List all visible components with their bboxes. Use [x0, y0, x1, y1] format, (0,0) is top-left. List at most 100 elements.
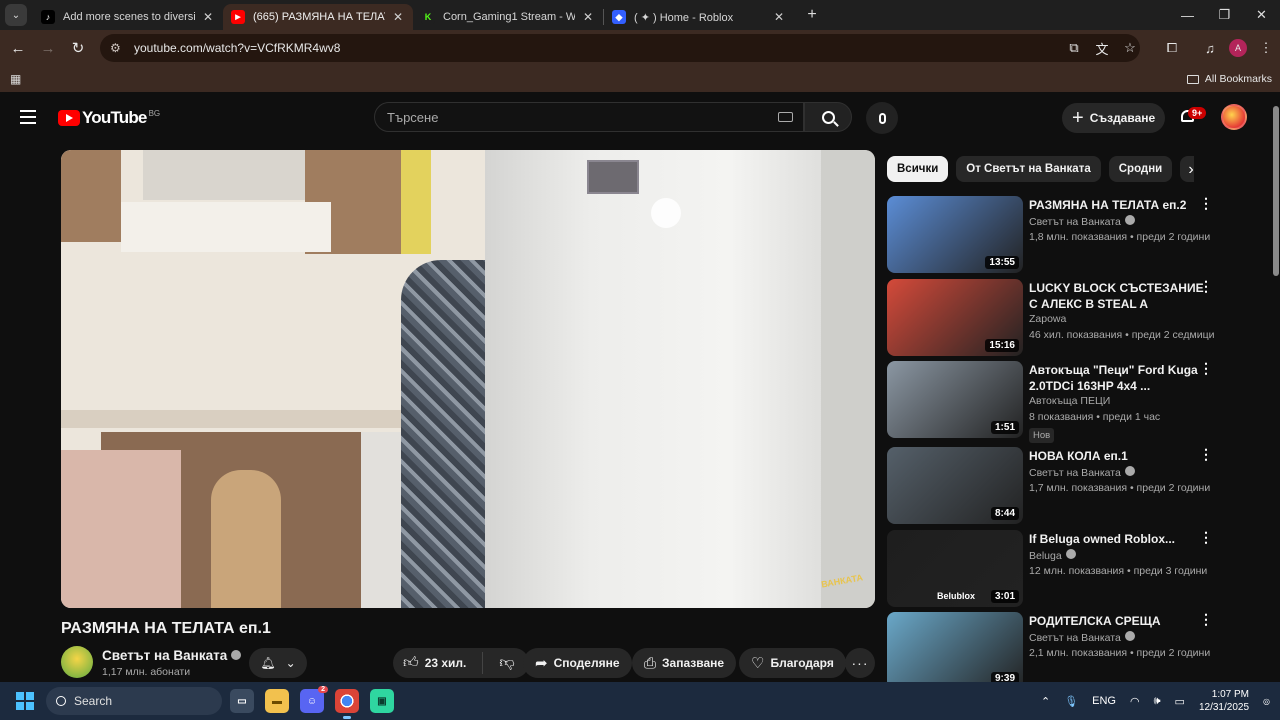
recommendation-title[interactable]: If Beluga owned Roblox... — [1029, 531, 1205, 547]
close-tab-icon[interactable]: ✕ — [201, 10, 215, 24]
recommendation-item[interactable]: 15:16 LUCKY BLOCK СЪСТЕЗАНИЕ С АЛЕКС В ST… — [887, 279, 1217, 357]
chevron-up-icon[interactable]: ⌃ — [1041, 695, 1050, 708]
menu-kebab-icon[interactable]: ⋮ — [1252, 40, 1280, 56]
video-thumbnail[interactable]: 15:16 — [887, 279, 1023, 356]
extensions-puzzle-icon[interactable]: ⧠ — [1158, 40, 1186, 56]
youtube-logo[interactable]: YouTube BG — [58, 108, 160, 128]
recommendation-item[interactable]: 1:51 Автокъща "Пеци" Ford Kuga 2.0TDCi 16… — [887, 361, 1217, 443]
forward-arrow-icon[interactable]: → — [34, 34, 62, 62]
search-button[interactable] — [804, 102, 852, 132]
tab-search-icon[interactable]: ⌄ — [5, 4, 27, 26]
thanks-button[interactable]: ♡ Благодаря — [739, 648, 846, 678]
roblox-studio-icon[interactable]: ▣ — [370, 689, 394, 713]
all-bookmarks[interactable]: All Bookmarks — [1186, 73, 1272, 85]
create-button[interactable]: + Създаване — [1062, 103, 1165, 133]
recommendation-item[interactable]: 13:55 РАЗМЯНА НА ТЕЛАТА еп.2 Светът на Ван… — [887, 196, 1217, 274]
video-thumbnail[interactable]: 1:51 — [887, 361, 1023, 438]
recommendation-title[interactable]: НОВА КОЛА еп.1 — [1029, 448, 1205, 464]
more-actions-button[interactable]: ··· — [845, 648, 875, 678]
recommendation-channel[interactable]: Светът на Ванката — [1029, 631, 1135, 644]
notification-center-icon[interactable]: ◎ — [1263, 697, 1270, 706]
wifi-icon[interactable]: ◠ — [1130, 695, 1140, 708]
share-button[interactable]: ➦ Споделяне — [523, 648, 632, 678]
tab-title: (665) РАЗМЯНА НА ТЕЛАТА еп — [253, 11, 385, 23]
recommendation-channel[interactable]: Zapowa — [1029, 313, 1066, 325]
chip-all[interactable]: Всички — [887, 156, 949, 182]
recommendation-title[interactable]: Автокъща "Пеци" Ford Kuga 2.0TDCi 163HP … — [1029, 362, 1205, 394]
bookmark-star-icon[interactable]: ☆ — [1116, 40, 1144, 56]
recommendation-title[interactable]: РАЗМЯНА НА ТЕЛАТА еп.2 — [1029, 197, 1205, 213]
more-vert-icon[interactable]: ⋮ — [1199, 447, 1213, 461]
site-info-icon[interactable]: ⚙ — [110, 41, 124, 55]
video-thumbnail[interactable]: Belublox 3:01 — [887, 530, 1023, 607]
more-vert-icon[interactable]: ⋮ — [1199, 361, 1213, 375]
keyboard-icon[interactable] — [778, 112, 793, 122]
recommendation-channel[interactable]: Светът на Ванката — [1029, 466, 1135, 479]
volume-icon[interactable]: 🕪︎ — [1154, 695, 1161, 708]
chevron-right-icon[interactable]: › — [1181, 160, 1201, 180]
recommendation-item[interactable]: Belublox 3:01 If Beluga owned Roblox... Bel… — [887, 530, 1217, 608]
restore-icon[interactable]: ❐ — [1206, 0, 1243, 30]
user-avatar[interactable] — [1221, 104, 1247, 130]
recommendation-channel[interactable]: Светът на Ванката — [1029, 215, 1135, 228]
recommendation-title[interactable]: РОДИТЕЛСКА СРЕЩА — [1029, 613, 1205, 629]
chrome-icon[interactable] — [335, 689, 359, 719]
subscription-bell-button[interactable]: 🔔︎ ⌄ — [249, 648, 307, 678]
more-vert-icon[interactable]: ⋮ — [1199, 196, 1213, 210]
recommendation-channel[interactable]: Beluga — [1029, 549, 1076, 562]
battery-icon[interactable]: ▭ — [1175, 695, 1185, 708]
recommendation-channel[interactable]: Автокъща ПЕЦИ — [1029, 395, 1110, 407]
more-vert-icon[interactable]: ⋮ — [1199, 612, 1213, 626]
language-indicator[interactable]: ENG — [1092, 695, 1116, 707]
page-scrollbar[interactable] — [1271, 96, 1280, 680]
install-app-icon[interactable]: ⧉ — [1060, 40, 1088, 56]
hamburger-menu-icon[interactable] — [20, 110, 36, 124]
close-tab-icon[interactable]: ✕ — [581, 10, 595, 24]
account-avatar[interactable]: A — [1229, 39, 1247, 57]
save-button[interactable]: ⎙ Запазване — [632, 648, 737, 678]
like-button[interactable]: 👍︎ 23 хил. — [393, 654, 466, 672]
media-control-icon[interactable]: ♫ — [1196, 41, 1224, 56]
clock[interactable]: 1:07 PM 12/31/2025 — [1199, 688, 1249, 714]
chip-related[interactable]: Сродни — [1108, 156, 1173, 182]
recommendation-item[interactable]: 8:44 НОВА КОЛА еп.1 Светът на Ванката 1,7 м… — [887, 447, 1217, 525]
discord-icon[interactable]: ☺ 2 — [300, 686, 328, 713]
video-player[interactable]: ВАНКАТА — [61, 150, 875, 608]
reload-icon[interactable]: ↻ — [64, 34, 92, 62]
translate-icon[interactable]: 文 — [1088, 39, 1116, 58]
tab-roblox[interactable]: ◆ ( ✦ ) Home - Roblox ✕ — [604, 4, 794, 30]
back-arrow-icon[interactable]: ← — [4, 34, 32, 62]
apps-grid-icon[interactable]: ▦ — [10, 72, 21, 86]
scrollbar-thumb[interactable] — [1273, 106, 1279, 276]
search-input[interactable]: Търсене — [374, 102, 804, 132]
more-vert-icon[interactable]: ⋮ — [1199, 530, 1213, 544]
channel-name[interactable]: Светът на Ванката — [102, 648, 242, 663]
taskbar-search[interactable]: Search — [46, 687, 222, 715]
video-thumbnail[interactable]: 13:55 — [887, 196, 1023, 273]
tab-youtube[interactable]: ▶ (665) РАЗМЯНА НА ТЕЛАТА еп ✕ — [223, 4, 413, 30]
tab-tiktok[interactable]: ♪ Add more scenes to diversify y ✕ — [33, 4, 223, 30]
close-tab-icon[interactable]: ✕ — [391, 10, 405, 24]
minimize-icon[interactable]: — — [1169, 0, 1206, 30]
file-explorer-icon[interactable]: ▬ — [265, 689, 289, 713]
chip-from-channel[interactable]: От Светът на Ванката — [956, 156, 1101, 182]
address-bar[interactable]: ⚙ youtube.com/watch?v=VCfRKMR4wv8 — [100, 34, 1140, 62]
video-thumbnail[interactable]: 8:44 — [887, 447, 1023, 524]
microphone-tray-icon[interactable]: 🎙︎ — [1064, 695, 1078, 708]
tab-kick[interactable]: K Corn_Gaming1 Stream - Watch ✕ — [413, 4, 603, 30]
recommendation-meta: 1,8 млн. показвания • преди 2 години — [1029, 231, 1211, 243]
voice-search-button[interactable] — [866, 102, 898, 134]
close-window-icon[interactable]: ✕ — [1243, 0, 1280, 30]
windows-start-icon[interactable] — [16, 692, 34, 710]
youtube-header: YouTube BG Търсене + Създаване — [0, 96, 1270, 140]
channel-avatar[interactable] — [61, 646, 93, 678]
person-sweater — [401, 260, 485, 608]
task-view-icon[interactable]: ▭ — [230, 689, 254, 713]
video-thumbnail[interactable]: 9:39 — [887, 612, 1023, 689]
recommendation-item[interactable]: 9:39 РОДИТЕЛСКА СРЕЩА Светът на Ванката 2,1… — [887, 612, 1217, 690]
channel-name-text: Светът на Ванката — [102, 648, 228, 663]
recommendation-title[interactable]: LUCKY BLOCK СЪСТЕЗАНИЕ С АЛЕКС В STEAL A… — [1029, 280, 1205, 312]
close-tab-icon[interactable]: ✕ — [772, 10, 786, 24]
new-tab-plus-icon[interactable]: + — [800, 3, 824, 27]
more-vert-icon[interactable]: ⋮ — [1199, 279, 1213, 293]
